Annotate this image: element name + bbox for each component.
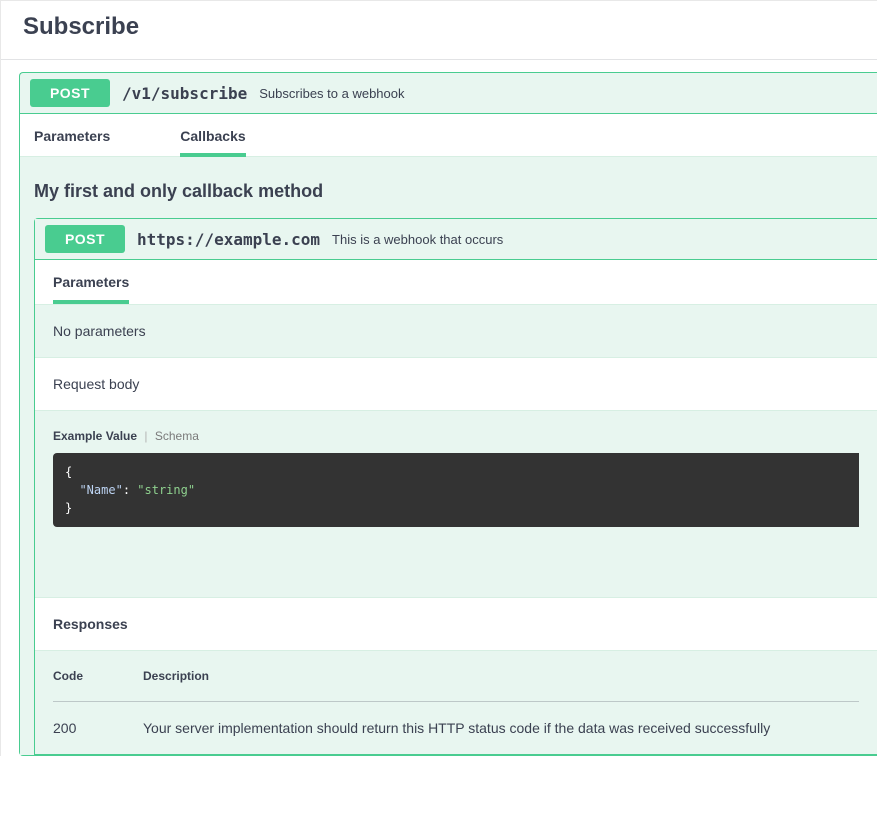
responses-label: Responses bbox=[35, 597, 877, 650]
callback-summary: This is a webhook that occurs bbox=[332, 232, 503, 247]
response-description: Your server implementation should return… bbox=[143, 702, 859, 736]
responses-col-code: Code bbox=[53, 669, 143, 702]
callback-url: https://example.com bbox=[137, 230, 320, 249]
callback-title: My first and only callback method bbox=[34, 181, 877, 202]
endpoint-path: /v1/subscribe bbox=[122, 84, 247, 103]
no-parameters-panel: No parameters bbox=[35, 304, 877, 357]
section-title: Subscribe bbox=[1, 13, 877, 59]
method-badge: POST bbox=[30, 79, 110, 107]
tab-parameters[interactable]: Parameters bbox=[34, 114, 110, 156]
responses-panel: Code Description 200 Your server impleme… bbox=[35, 650, 877, 754]
responses-col-description: Description bbox=[143, 669, 859, 702]
callback-tab-parameters[interactable]: Parameters bbox=[53, 274, 129, 304]
example-code-block[interactable]: { "Name": "string" } bbox=[53, 453, 859, 527]
subscribe-operation: POST /v1/subscribe Subscribes to a webho… bbox=[19, 72, 877, 756]
callback-method-badge: POST bbox=[45, 225, 125, 253]
schema-toggle[interactable]: Schema bbox=[155, 429, 199, 443]
request-body-panel: Example Value | Schema { "Name": "string… bbox=[35, 410, 877, 597]
toggle-separator: | bbox=[144, 429, 147, 443]
tab-callbacks[interactable]: Callbacks bbox=[180, 114, 245, 156]
callback-op-header[interactable]: POST https://example.com This is a webho… bbox=[35, 219, 877, 259]
request-body-label: Request body bbox=[35, 357, 877, 410]
subscribe-op-header[interactable]: POST /v1/subscribe Subscribes to a webho… bbox=[20, 73, 877, 113]
callback-operation: POST https://example.com This is a webho… bbox=[34, 218, 877, 755]
operation-tabs: Parameters Callbacks bbox=[20, 113, 877, 157]
endpoint-summary: Subscribes to a webhook bbox=[259, 86, 404, 101]
example-value-toggle[interactable]: Example Value bbox=[53, 429, 137, 443]
response-code: 200 bbox=[53, 702, 143, 736]
